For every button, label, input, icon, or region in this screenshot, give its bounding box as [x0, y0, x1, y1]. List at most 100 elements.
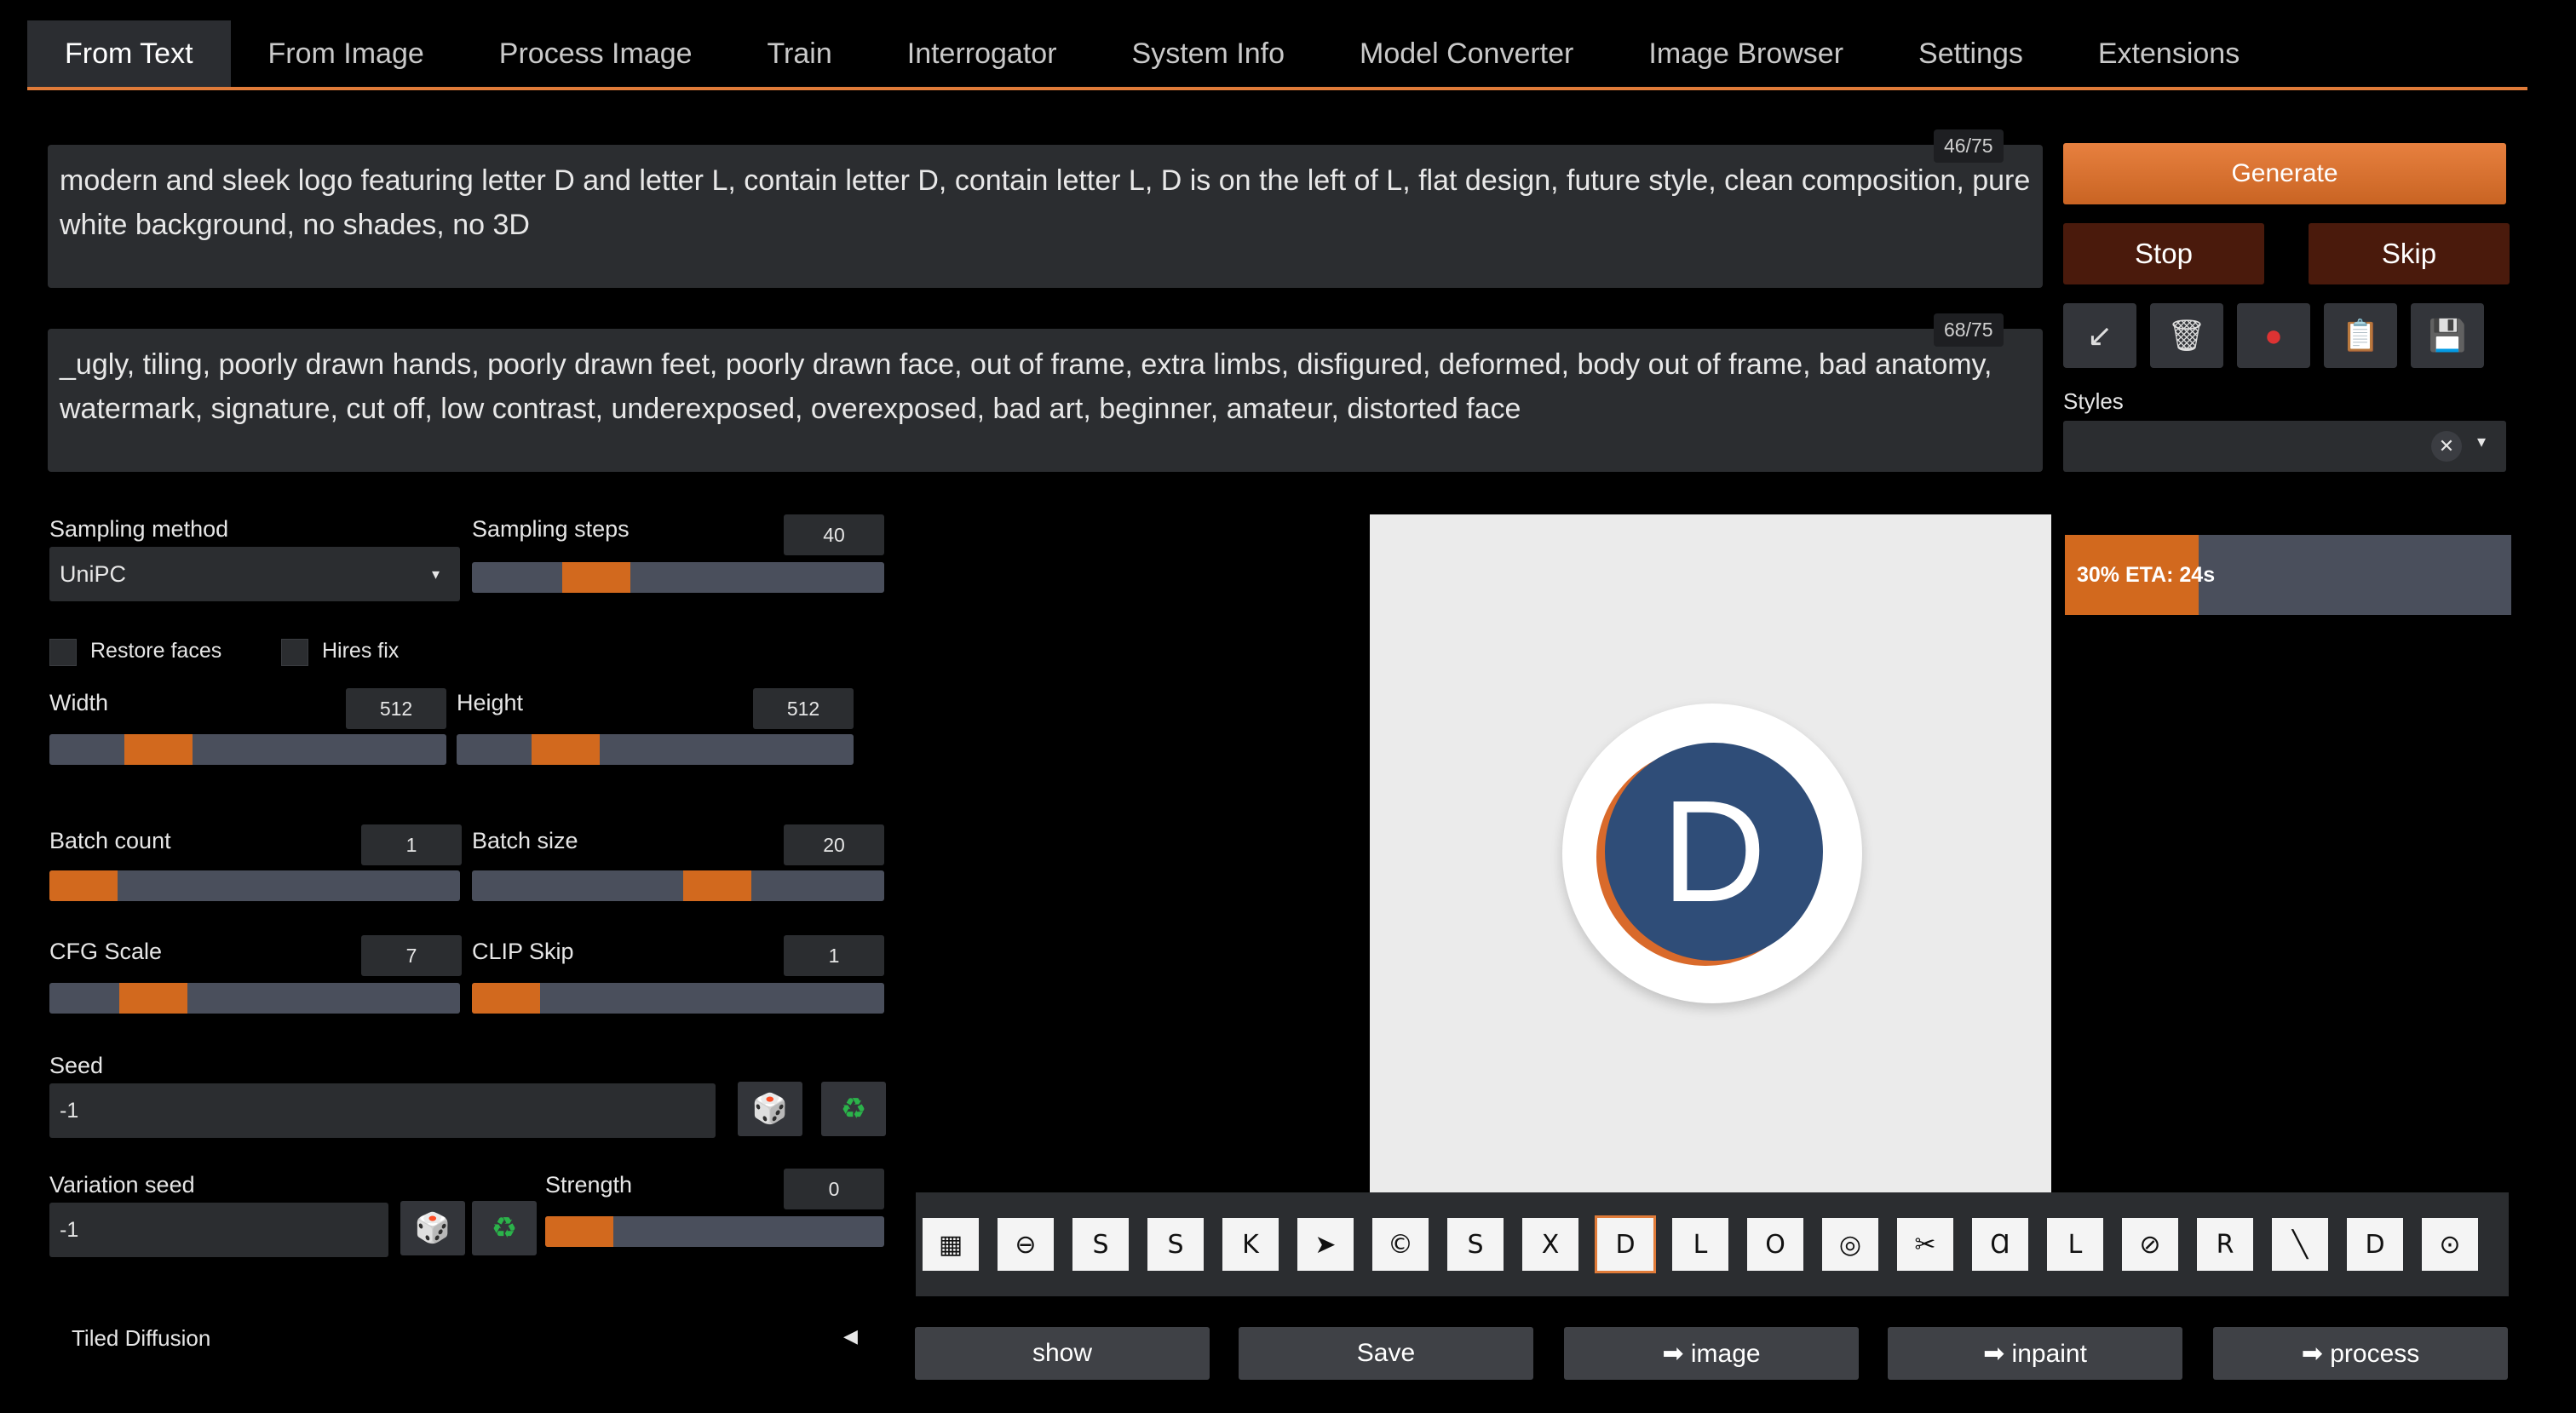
gallery-thumbnail[interactable]: O	[1747, 1218, 1803, 1271]
hires-fix-checkbox[interactable]	[281, 639, 308, 666]
slider-thumb[interactable]	[545, 1216, 613, 1247]
cfg-scale-slider[interactable]	[49, 983, 460, 1014]
gallery-thumbnail[interactable]: ◎	[1822, 1218, 1878, 1271]
seed-label: Seed	[49, 1053, 104, 1078]
restore-faces-label: Restore faces	[90, 639, 222, 663]
gallery-thumbnail[interactable]: R	[2197, 1218, 2253, 1271]
gallery-thumbnail[interactable]: S	[1447, 1218, 1504, 1271]
slider-thumb[interactable]	[49, 870, 118, 901]
styles-dropdown[interactable]: ✕ ▾	[2063, 421, 2506, 472]
collapse-icon[interactable]: ◀	[843, 1325, 858, 1347]
gallery-thumbnail[interactable]: X	[1522, 1218, 1578, 1271]
gallery-thumbnail[interactable]: ╲	[2272, 1218, 2328, 1271]
tiled-diffusion-label: Tiled Diffusion	[72, 1325, 211, 1351]
preview-image[interactable]: D	[1370, 514, 2051, 1192]
sampling-steps-slider[interactable]	[472, 562, 884, 593]
clip-skip-slider[interactable]	[472, 983, 884, 1014]
save-style-icon[interactable]: 💾	[2411, 303, 2484, 368]
clip-skip-label: CLIP Skip	[472, 939, 574, 964]
dice-icon[interactable]: 🎲	[400, 1201, 465, 1255]
tab-settings[interactable]: Settings	[1881, 20, 2061, 87]
clear-icon[interactable]: ✕	[2431, 431, 2462, 462]
slider-thumb[interactable]	[119, 983, 187, 1014]
show-button[interactable]: show	[915, 1327, 1210, 1380]
batch-count-slider[interactable]	[49, 870, 460, 901]
prompt-input[interactable]: modern and sleek logo featuring letter D…	[48, 145, 2043, 288]
tab-interrogator[interactable]: Interrogator	[870, 20, 1095, 87]
cfg-scale-label: CFG Scale	[49, 939, 163, 964]
slider-thumb[interactable]	[124, 734, 193, 765]
tab-extensions[interactable]: Extensions	[2061, 20, 2277, 87]
chevron-down-icon[interactable]: ▾	[2477, 431, 2486, 452]
main-tabs: From Text From Image Process Image Train…	[27, 20, 2527, 90]
app-root: From Text From Image Process Image Train…	[0, 0, 2576, 1413]
seed-input[interactable]: -1	[49, 1083, 716, 1138]
tab-train[interactable]: Train	[730, 20, 870, 87]
strength-input[interactable]: 0	[784, 1169, 884, 1209]
width-slider[interactable]	[49, 734, 446, 765]
tab-from-text[interactable]: From Text	[27, 20, 231, 87]
skip-button[interactable]: Skip	[2309, 223, 2510, 284]
tab-from-image[interactable]: From Image	[231, 20, 462, 87]
height-slider[interactable]	[457, 734, 854, 765]
gallery-thumbnail[interactable]: L	[1672, 1218, 1728, 1271]
send-to-inpaint-button[interactable]: ➡ inpaint	[1888, 1327, 2182, 1380]
paste-params-icon[interactable]: ↙	[2063, 303, 2136, 368]
strength-slider[interactable]	[545, 1216, 884, 1247]
gallery-thumbnail[interactable]: ✂	[1897, 1218, 1953, 1271]
restore-faces-checkbox[interactable]	[49, 639, 77, 666]
width-input[interactable]: 512	[346, 688, 446, 729]
logo-circle: D	[1562, 704, 1862, 1003]
gallery-thumbnail[interactable]: ⊙	[2422, 1218, 2478, 1271]
recycle-icon[interactable]: ♻	[472, 1201, 537, 1255]
gallery-thumbnail[interactable]: Ɑ	[1972, 1218, 2028, 1271]
width-label: Width	[49, 690, 109, 715]
generate-button[interactable]: Generate	[2063, 143, 2506, 204]
height-label: Height	[457, 690, 524, 715]
gallery-thumbnail[interactable]: L	[2047, 1218, 2103, 1271]
negative-prompt-token-counter: 68/75	[1934, 313, 2004, 347]
tab-image-browser[interactable]: Image Browser	[1611, 20, 1881, 87]
send-to-image-button[interactable]: ➡ image	[1564, 1327, 1859, 1380]
recycle-icon[interactable]: ♻	[821, 1082, 886, 1136]
slider-thumb[interactable]	[562, 562, 630, 593]
clipboard-icon[interactable]: 📋	[2324, 303, 2397, 368]
tab-model-converter[interactable]: Model Converter	[1322, 20, 1611, 87]
gallery-thumbnail[interactable]: D	[2347, 1218, 2403, 1271]
gallery-thumbnail[interactable]: S	[1072, 1218, 1129, 1271]
variation-seed-input[interactable]: -1	[49, 1203, 388, 1257]
gallery-thumbnail[interactable]: ©	[1372, 1218, 1429, 1271]
sampling-steps-input[interactable]: 40	[784, 514, 884, 555]
gallery-thumbnail[interactable]: D	[1595, 1215, 1656, 1273]
sampling-steps-label: Sampling steps	[472, 516, 630, 542]
batch-size-slider[interactable]	[472, 870, 884, 901]
tab-process-image[interactable]: Process Image	[462, 20, 730, 87]
slider-thumb[interactable]	[532, 734, 600, 765]
slider-thumb[interactable]	[683, 870, 751, 901]
height-input[interactable]: 512	[753, 688, 854, 729]
gallery-thumbnail[interactable]: ▦	[923, 1218, 979, 1271]
gallery-thumbnail[interactable]: ⊘	[2122, 1218, 2178, 1271]
slider-thumb[interactable]	[472, 983, 540, 1014]
tab-system-info[interactable]: System Info	[1095, 20, 1323, 87]
batch-size-input[interactable]: 20	[784, 824, 884, 865]
sampling-method-value: UniPC	[60, 560, 127, 587]
cfg-scale-input[interactable]: 7	[361, 935, 462, 976]
extra-networks-icon[interactable]: ●	[2237, 303, 2310, 368]
gallery-thumbnail[interactable]: ➤	[1297, 1218, 1354, 1271]
trash-icon[interactable]: 🗑	[2150, 303, 2223, 368]
sampling-method-select[interactable]: UniPC ▾	[49, 547, 460, 601]
save-button[interactable]: Save	[1239, 1327, 1533, 1380]
stop-button[interactable]: Stop	[2063, 223, 2264, 284]
negative-prompt-input[interactable]: _ugly, tiling, poorly drawn hands, poorl…	[48, 329, 2043, 472]
gallery-thumbnail[interactable]: K	[1222, 1218, 1279, 1271]
gallery-thumbnail[interactable]: ⊖	[998, 1218, 1054, 1271]
send-to-process-button[interactable]: ➡ process	[2213, 1327, 2508, 1380]
dice-icon[interactable]: 🎲	[738, 1082, 802, 1136]
tiled-diffusion-accordion[interactable]: Tiled Diffusion ◀	[48, 1312, 883, 1366]
clip-skip-input[interactable]: 1	[784, 935, 884, 976]
batch-count-input[interactable]: 1	[361, 824, 462, 865]
styles-label: Styles	[2063, 388, 2124, 414]
progress-bar: 30% ETA: 24s	[2065, 535, 2511, 615]
gallery-thumbnail[interactable]: S	[1147, 1218, 1204, 1271]
